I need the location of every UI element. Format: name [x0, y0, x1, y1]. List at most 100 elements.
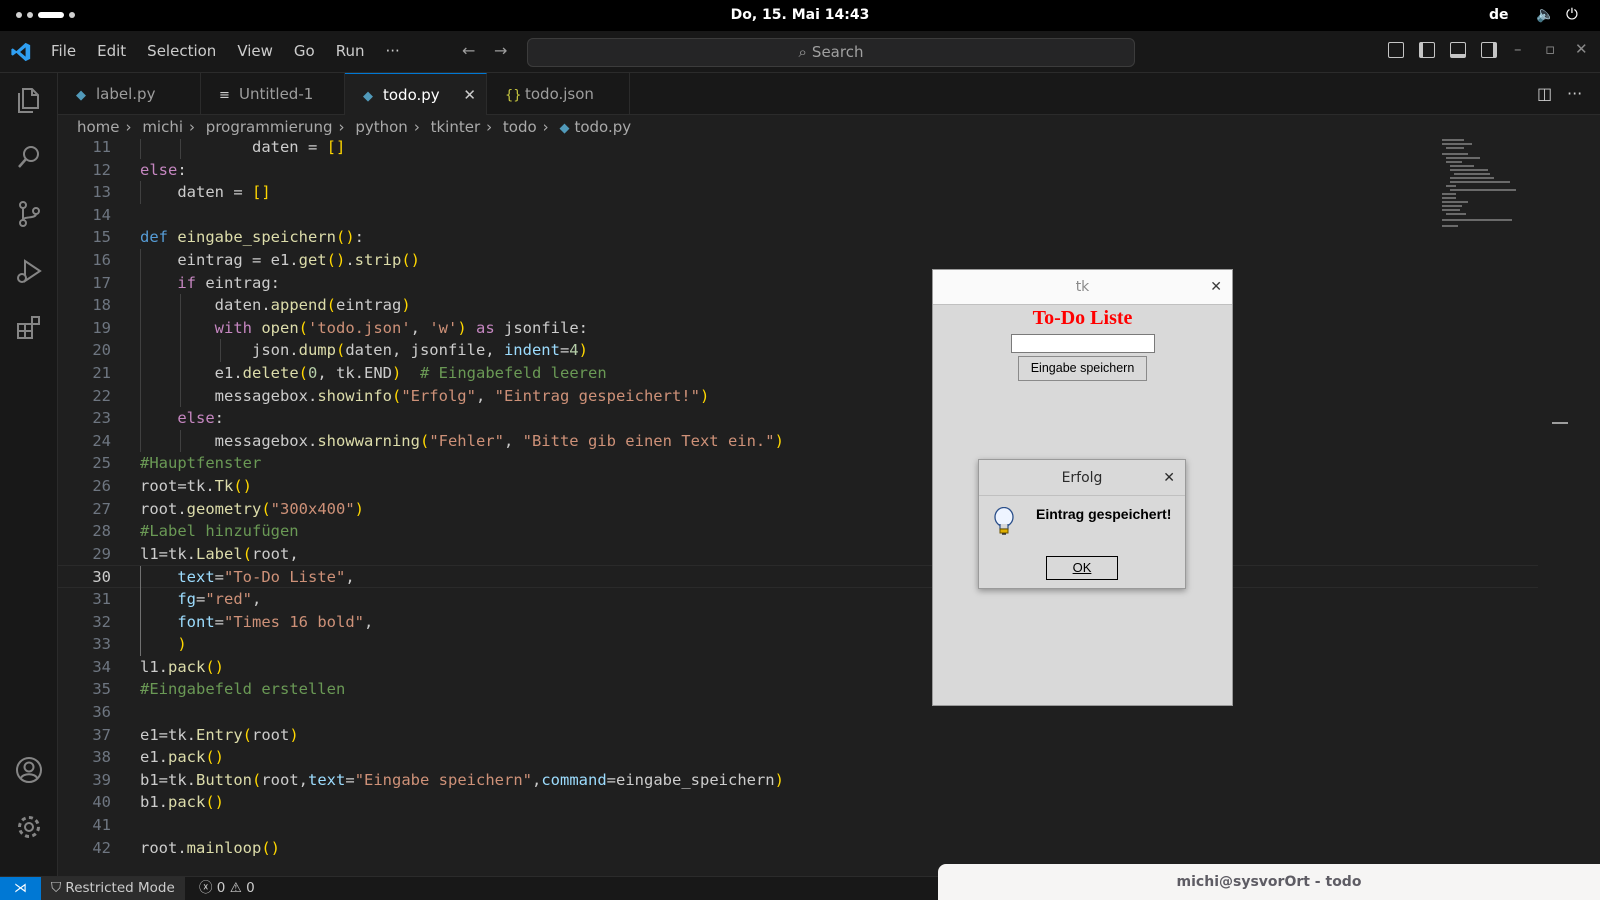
- code-line[interactable]: 20 json.dump(daten, jsonfile, indent=4): [58, 339, 1538, 362]
- code-line[interactable]: 19 with open('todo.json', 'w') as jsonfi…: [58, 316, 1538, 340]
- code-line[interactable]: 23 else:: [58, 407, 1538, 430]
- toggle-primary-sidebar-icon[interactable]: [1419, 42, 1435, 58]
- code-line[interactable]: 34 l1.pack(): [58, 656, 1538, 679]
- code-editor[interactable]: 11 daten = [] 12 else: 13 daten = [] 14 1…: [58, 139, 1600, 876]
- split-editor-icon[interactable]: ◫: [1537, 84, 1552, 103]
- code-line[interactable]: 18 daten.append(eintrag): [58, 294, 1538, 317]
- code-line[interactable]: 21 e1.delete(0, tk.END) # Eingabefeld le…: [58, 362, 1538, 385]
- code-line[interactable]: 25 #Hauptfenster: [58, 452, 1538, 475]
- toggle-panel-icon[interactable]: [1450, 42, 1466, 58]
- code-line[interactable]: 31 fg="red",: [58, 588, 1538, 611]
- power-icon[interactable]: ⏻: [1566, 5, 1578, 23]
- menu-file[interactable]: File: [51, 42, 76, 60]
- tab-untitled-1[interactable]: ≡ Untitled-1: [201, 73, 345, 115]
- command-center-search[interactable]: ⌕ Search: [527, 38, 1135, 67]
- editor-tabs: ◆ label.py ≡ Untitled-1 ◆ todo.py ✕ {} todo.j…: [58, 73, 1600, 115]
- customize-layout-icon[interactable]: [1388, 42, 1404, 58]
- warning-icon: ⚠: [229, 880, 247, 896]
- code-line[interactable]: 37 e1=tk.Entry(root): [58, 724, 1538, 747]
- accounts-icon[interactable]: [14, 755, 44, 785]
- breadcrumb-item[interactable]: home: [77, 118, 120, 136]
- tk-window-title[interactable]: tk: [933, 270, 1232, 305]
- menu-view[interactable]: View: [237, 42, 273, 60]
- code-line[interactable]: 22 messagebox.showinfo("Erfolg", "Eintra…: [58, 384, 1538, 408]
- explorer-icon[interactable]: [14, 85, 44, 115]
- breadcrumb-item[interactable]: python: [355, 118, 407, 136]
- code-line[interactable]: 28 #Label hinzufügen: [58, 520, 1538, 543]
- code-line[interactable]: 29 l1=tk.Label(root,: [58, 543, 1538, 566]
- terminal-window-title[interactable]: michi@sysvorOrt - todo: [938, 864, 1600, 900]
- code-line[interactable]: 36: [58, 701, 1538, 724]
- menu-selection[interactable]: Selection: [147, 42, 216, 60]
- code-line[interactable]: 17 if eintrag:: [58, 271, 1538, 295]
- code-line[interactable]: 26 root=tk.Tk(): [58, 475, 1538, 498]
- search-sidebar-icon[interactable]: [14, 142, 44, 172]
- code-line[interactable]: 12 else:: [58, 159, 1538, 182]
- code-line[interactable]: 15 def eingabe_speichern():: [58, 226, 1538, 249]
- more-actions-icon[interactable]: ···: [1567, 84, 1582, 103]
- keyboard-layout-indicator[interactable]: de: [1489, 7, 1509, 23]
- messagebox-title[interactable]: Erfolg: [979, 460, 1185, 496]
- problems-indicator[interactable]: ⓧ 0 ⚠ 0: [199, 877, 255, 900]
- restricted-mode-indicator[interactable]: ⛉ Restricted Mode: [41, 877, 185, 900]
- menu-edit[interactable]: Edit: [97, 42, 126, 60]
- remote-icon[interactable]: ⋊: [0, 877, 41, 900]
- code-line[interactable]: 11 daten = []: [58, 139, 1538, 159]
- breadcrumb-item[interactable]: tkinter: [431, 118, 481, 136]
- minimap[interactable]: [1442, 139, 1522, 229]
- volume-icon[interactable]: 🔈: [1536, 5, 1555, 23]
- code-line[interactable]: 14: [58, 204, 1538, 227]
- breadcrumb-item[interactable]: michi: [142, 118, 183, 136]
- code-line[interactable]: 33 ): [58, 633, 1538, 656]
- tab-label-py[interactable]: ◆ label.py: [58, 73, 201, 115]
- code-line[interactable]: 35 #Eingabefeld erstellen: [58, 678, 1538, 701]
- code-line[interactable]: 27 root.geometry("300x400"): [58, 498, 1538, 521]
- close-icon[interactable]: ✕: [1163, 460, 1175, 496]
- code-line[interactable]: 42 root.mainloop(): [58, 837, 1538, 860]
- lightbulb-icon: [994, 507, 1014, 535]
- breadcrumb-item[interactable]: todo: [503, 118, 537, 136]
- toggle-secondary-sidebar-icon[interactable]: [1481, 42, 1497, 58]
- scrollbar-position-marker[interactable]: [1552, 422, 1568, 424]
- menu-run[interactable]: Run: [336, 42, 365, 60]
- code-line[interactable]: 41: [58, 814, 1538, 837]
- error-count: 0: [216, 880, 226, 896]
- code-line[interactable]: 40 b1.pack(): [58, 791, 1538, 814]
- close-tab-icon[interactable]: ✕: [463, 74, 476, 116]
- code-line[interactable]: 16 eintrag = e1.get().strip(): [58, 249, 1538, 272]
- todo-entry-field[interactable]: [1011, 334, 1155, 353]
- tab-label: todo.py: [383, 86, 440, 104]
- close-icon[interactable]: ✕: [1210, 270, 1222, 305]
- clock[interactable]: Do, 15. Mai 14:43: [0, 7, 1600, 23]
- restore-icon[interactable]: ▫: [1545, 40, 1555, 58]
- back-arrow-icon[interactable]: ←: [462, 41, 475, 60]
- code-line-current[interactable]: 30 text="To-Do Liste",: [58, 565, 1538, 589]
- close-window-icon[interactable]: ✕: [1575, 40, 1588, 58]
- forward-arrow-icon[interactable]: →: [494, 41, 507, 60]
- system-top-bar: Do, 15. Mai 14:43 de 🔈 ⏻: [0, 0, 1600, 31]
- manage-gear-icon[interactable]: [14, 812, 44, 842]
- text-file-icon: ≡: [219, 88, 230, 103]
- save-entry-button[interactable]: Eingabe speichern: [1018, 356, 1147, 381]
- run-and-debug-icon[interactable]: [14, 256, 44, 286]
- code-line[interactable]: 32 font="Times 16 bold",: [58, 610, 1538, 634]
- vscode-logo-icon: [11, 42, 31, 62]
- ok-button[interactable]: OK: [1046, 556, 1118, 580]
- python-icon: ◆: [76, 88, 86, 103]
- source-control-icon[interactable]: [14, 199, 44, 229]
- extensions-icon[interactable]: [14, 313, 44, 343]
- tab-label: Untitled-1: [239, 85, 314, 103]
- code-line[interactable]: 39 b1=tk.Button(root,text="Eingabe speich…: [58, 769, 1538, 792]
- minimize-icon[interactable]: –: [1514, 40, 1522, 58]
- tab-todo-json[interactable]: {} todo.json: [487, 73, 630, 115]
- tab-todo-py[interactable]: ◆ todo.py ✕: [345, 73, 487, 115]
- code-line[interactable]: 24 messagebox.showwarning("Fehler", "Bit…: [58, 429, 1538, 453]
- code-line[interactable]: 13 daten = []: [58, 181, 1538, 204]
- code-line[interactable]: 38 e1.pack(): [58, 746, 1538, 769]
- menu-more[interactable]: ···: [386, 42, 400, 60]
- breadcrumb-item[interactable]: todo.py: [574, 118, 631, 136]
- menu-go[interactable]: Go: [294, 42, 315, 60]
- tab-label: todo.json: [525, 85, 594, 103]
- info-messagebox: Erfolg ✕ Eintrag gespeichert! OK: [978, 459, 1186, 589]
- breadcrumb-item[interactable]: programmierung: [206, 118, 333, 136]
